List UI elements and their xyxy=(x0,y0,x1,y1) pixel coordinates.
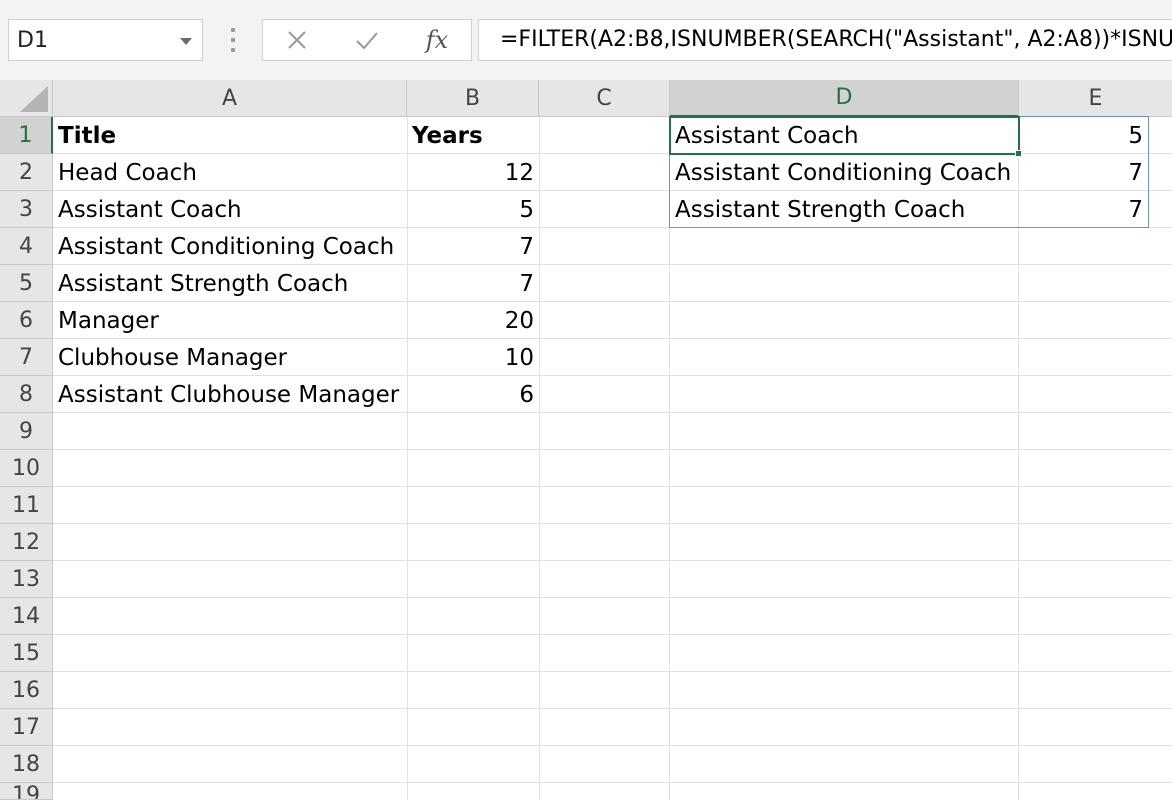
row-header[interactable]: 14 xyxy=(0,598,53,635)
chevron-down-icon[interactable] xyxy=(180,38,192,45)
name-box-value[interactable]: D1 xyxy=(17,28,48,53)
cell-a1[interactable]: Title xyxy=(53,117,407,154)
formula-input[interactable]: =FILTER(A2:B8,ISNUMBER(SEARCH("Assistant… xyxy=(478,19,1172,61)
gridline xyxy=(539,117,540,800)
row-header[interactable]: 17 xyxy=(0,709,53,746)
cell-d3[interactable]: Assistant Strength Coach xyxy=(670,191,1019,228)
gridline xyxy=(53,597,1172,598)
row-header[interactable]: 5 xyxy=(0,265,53,302)
check-icon xyxy=(356,32,378,50)
cell-b3[interactable]: 5 xyxy=(407,191,539,228)
close-icon xyxy=(288,31,306,49)
gridline xyxy=(53,523,1172,524)
row-header[interactable]: 6 xyxy=(0,302,53,339)
cell-a4[interactable]: Assistant Conditioning Coach xyxy=(53,228,407,265)
gridline xyxy=(53,782,1172,783)
cell-b4[interactable]: 7 xyxy=(407,228,539,265)
cell-a2[interactable]: Head Coach xyxy=(53,154,407,191)
cell-a6[interactable]: Manager xyxy=(53,302,407,339)
cancel-button[interactable] xyxy=(267,20,327,60)
cell-a3[interactable]: Assistant Coach xyxy=(53,191,407,228)
row-header[interactable]: 1 xyxy=(0,117,53,154)
row-header[interactable]: 18 xyxy=(0,746,53,783)
name-box[interactable]: D1 xyxy=(8,19,203,61)
gridline xyxy=(53,708,1172,709)
row-header[interactable]: 15 xyxy=(0,635,53,672)
row-header[interactable]: 11 xyxy=(0,487,53,524)
enter-button[interactable] xyxy=(337,20,397,60)
formula-buttons: fx xyxy=(262,19,472,61)
cell-e3[interactable]: 7 xyxy=(1019,191,1148,228)
cell-a5[interactable]: Assistant Strength Coach xyxy=(53,265,407,302)
row-header[interactable]: 13 xyxy=(0,561,53,598)
cell-e1[interactable]: 5 xyxy=(1019,117,1148,154)
row-header[interactable]: 9 xyxy=(0,413,53,450)
row-header[interactable]: 7 xyxy=(0,339,53,376)
select-all-button[interactable] xyxy=(0,80,53,117)
gridline xyxy=(53,449,1172,450)
row-header[interactable]: 2 xyxy=(0,154,53,191)
gridline xyxy=(53,486,1172,487)
worksheet-grid: A B C D E 1 2 3 4 5 6 7 8 9 10 11 12 13 … xyxy=(0,80,1172,800)
column-header-b[interactable]: B xyxy=(407,80,539,117)
gridline xyxy=(53,671,1172,672)
cell-b8[interactable]: 6 xyxy=(407,376,539,413)
fill-handle[interactable] xyxy=(1015,150,1022,157)
row-header[interactable]: 10 xyxy=(0,450,53,487)
insert-function-button[interactable]: fx xyxy=(407,20,467,60)
active-cell-outline xyxy=(669,116,1020,155)
row-header[interactable]: 19 xyxy=(0,783,53,800)
row-header[interactable]: 8 xyxy=(0,376,53,413)
column-header-c[interactable]: C xyxy=(539,80,670,117)
vertical-dots-icon[interactable] xyxy=(231,28,235,52)
gridline xyxy=(53,634,1172,635)
cell-b1[interactable]: Years xyxy=(407,117,539,154)
column-header-d[interactable]: D xyxy=(670,80,1019,117)
cell-d2[interactable]: Assistant Conditioning Coach xyxy=(670,154,1019,191)
cell-a8[interactable]: Assistant Clubhouse Manager xyxy=(53,376,407,413)
formula-text[interactable]: =FILTER(A2:B8,ISNUMBER(SEARCH("Assistant… xyxy=(500,27,1172,52)
row-header[interactable]: 3 xyxy=(0,191,53,228)
cell-b6[interactable]: 20 xyxy=(407,302,539,339)
gridline xyxy=(53,745,1172,746)
cell-a7[interactable]: Clubhouse Manager xyxy=(53,339,407,376)
column-header-e[interactable]: E xyxy=(1019,80,1172,117)
cell-e2[interactable]: 7 xyxy=(1019,154,1148,191)
cell-b5[interactable]: 7 xyxy=(407,265,539,302)
cell-b2[interactable]: 12 xyxy=(407,154,539,191)
cell-b7[interactable]: 10 xyxy=(407,339,539,376)
gridline xyxy=(53,560,1172,561)
row-header[interactable]: 16 xyxy=(0,672,53,709)
formula-bar: D1 fx =FILTER(A2:B8,ISNUMBER(SEARCH("Ass… xyxy=(0,0,1172,80)
row-header[interactable]: 4 xyxy=(0,228,53,265)
row-header[interactable]: 12 xyxy=(0,524,53,561)
fx-icon: fx xyxy=(425,26,449,54)
column-header-a[interactable]: A xyxy=(53,80,407,117)
